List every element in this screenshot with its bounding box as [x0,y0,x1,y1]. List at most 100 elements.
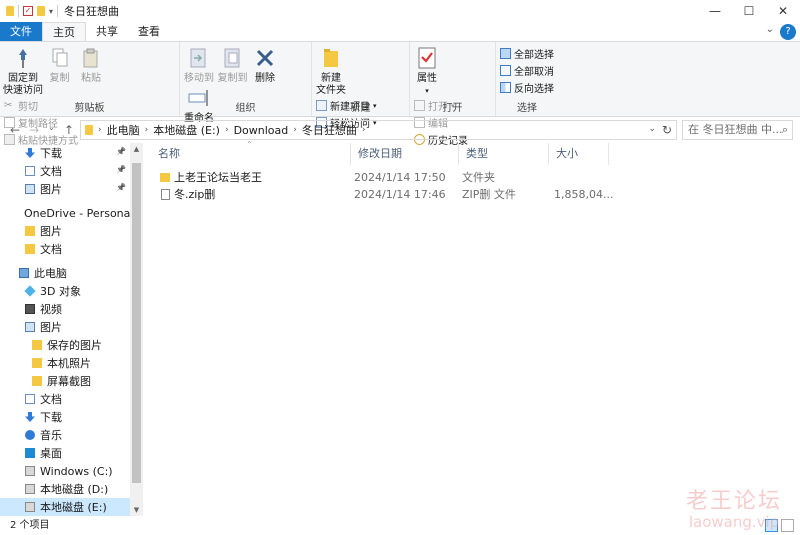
sidebar-item-label: 此电脑 [34,267,67,280]
sidebar-item[interactable]: 本机照片 [0,354,130,372]
folder-icon [160,173,170,182]
organize-group: 移动到 复制到 删除 重命名 组织 [180,42,312,124]
folder-icon [25,244,35,254]
sidebar-item[interactable]: 下载 [0,408,130,426]
address-bar[interactable]: › 此电脑 › 本地磁盘 (E:) › Download › 冬日狂想曲 › ⌄… [80,120,677,140]
tab-view[interactable]: 查看 [128,22,170,41]
table-row[interactable]: 上老王论坛当老王 2024/1/14 17:50 文件夹 [151,169,651,186]
pin-icon: 📌 [116,147,126,156]
sidebar-item[interactable]: 本地磁盘 (D:) [0,480,130,498]
maximize-button[interactable]: ☐ [732,0,766,22]
zip-file-icon [161,189,170,200]
folder-icon [6,6,14,16]
sidebar-item-label: 文档 [40,243,62,256]
refresh-icon[interactable]: ↻ [662,123,672,137]
sidebar-item[interactable]: 文档 📌 [0,162,130,180]
forward-arrow-icon[interactable]: → [29,123,39,137]
sidebar-item[interactable]: 桌面 [0,444,130,462]
scroll-down-icon[interactable]: ▼ [130,506,143,514]
chevron-right-icon[interactable]: › [98,125,102,135]
breadcrumb-this-pc[interactable]: 此电脑 [107,122,140,138]
properties-check-icon[interactable]: ✓ [23,6,33,16]
file-name: 上老王论坛当老王 [174,171,262,184]
sidebar-item-label: 图片 [40,225,62,238]
item-count: 2 个项目 [10,520,50,531]
chevron-right-icon[interactable]: › [362,125,366,135]
properties-icon [416,45,438,71]
delete-button[interactable]: 删除 [251,45,279,85]
sidebar-item[interactable]: 图片 [0,222,130,240]
open-group-label: 打开 [442,103,463,114]
large-icons-view-icon[interactable] [781,519,794,532]
sidebar-item[interactable]: Windows (C:) [0,462,130,480]
file-date: 2024/1/14 17:50 [354,171,446,184]
new-group: 新建 文件夹 新建项目 ▾ 轻松访问 ▾ 新建 [312,42,410,130]
chevron-down-icon[interactable]: ⌄ [766,24,774,35]
sidebar-item[interactable]: 文档 [0,390,130,408]
drive-icon [25,502,35,512]
breadcrumb-drive-e[interactable]: 本地磁盘 (E:) [153,122,220,138]
sidebar-item[interactable]: 屏幕截图 [0,372,130,390]
pin-quick-access-button[interactable]: 固定到 快速访问 [3,45,43,97]
move-to-button[interactable]: 移动到 [184,45,214,85]
help-icon[interactable]: ? [780,24,796,40]
tab-share[interactable]: 共享 [86,22,128,41]
minimize-button[interactable]: — [698,0,732,22]
back-arrow-icon[interactable]: ← [10,123,20,137]
select-none-button[interactable]: 全部取消 [500,63,554,78]
chevron-right-icon[interactable]: › [225,125,229,135]
status-bar: 2 个项目 [0,516,800,535]
select-all-button[interactable]: 全部选择 [500,46,554,61]
sidebar-item[interactable]: 音乐 [0,426,130,444]
scrollbar-thumb[interactable] [132,163,141,483]
nav-scrollbar[interactable]: ▲ ▼ [130,143,143,516]
sidebar-item[interactable]: 视频 [0,300,130,318]
copy-button[interactable]: 复制 [46,45,74,85]
sidebar-item[interactable]: 图片 📌 [0,180,130,198]
chevron-right-icon[interactable]: › [293,125,297,135]
new-folder-icon[interactable] [37,6,45,16]
sidebar-item[interactable]: 下载 📌 [0,144,130,162]
folder-icon [25,226,35,236]
breadcrumb-download[interactable]: Download [234,124,289,137]
table-row[interactable]: 冬.zip删 2024/1/14 17:46 ZIP删 文件 1,858,04... [151,186,651,203]
customize-chevron-icon[interactable]: ▾ [49,7,53,16]
tab-home[interactable]: 主页 [42,22,86,41]
scroll-up-icon[interactable]: ▲ [130,145,143,153]
sidebar-item-label: OneDrive - Personal [24,206,134,220]
search-input[interactable]: 在 冬日狂想曲 中... ⌕ [682,120,793,140]
sidebar-item[interactable]: 本地磁盘 (E:) [0,498,130,516]
column-header-type[interactable]: 类型 [459,143,549,165]
chevron-right-icon[interactable]: › [145,125,149,135]
file-size: 1,858,04... [554,188,614,201]
invert-selection-icon [500,82,511,93]
column-header-name[interactable]: 名称 [151,143,351,165]
invert-selection-button[interactable]: 反向选择 [500,80,554,95]
new-folder-button[interactable]: 新建 文件夹 [316,45,346,97]
sidebar-item[interactable]: OneDrive - Personal [0,204,134,222]
tab-file[interactable]: 文件 [0,22,42,41]
desktop-icon [25,448,35,458]
address-row: ← → ⌄ ↑ › 此电脑 › 本地磁盘 (E:) › Download › 冬… [0,117,800,143]
copy-to-button[interactable]: 复制到 [218,45,248,85]
picture-icon [25,184,35,194]
sidebar-item[interactable]: 文档 [0,240,130,258]
sidebar-item[interactable]: 此电脑 [0,264,130,282]
breadcrumb-current-folder[interactable]: 冬日狂想曲 [302,122,357,138]
organize-group-label: 组织 [235,103,256,114]
recent-chevron-icon[interactable]: ⌄ [48,123,55,137]
sidebar-item[interactable]: 图片 [0,318,130,336]
paste-button[interactable]: 粘贴 [77,45,105,85]
properties-button[interactable]: 属性 ▾ [414,45,440,97]
video-icon [25,304,35,314]
sidebar-item[interactable]: 3D 对象 [0,282,130,300]
close-button[interactable]: ✕ [766,0,800,22]
column-header-date[interactable]: 修改日期 [351,143,459,165]
sidebar-item[interactable]: 保存的图片 [0,336,130,354]
sidebar-item-label: 本机照片 [47,357,91,370]
select-all-icon [500,48,511,59]
select-none-icon [500,65,511,76]
up-arrow-icon[interactable]: ↑ [64,123,74,137]
column-header-size[interactable]: 大小 [549,143,609,165]
chevron-down-icon[interactable]: ⌄ [648,124,656,134]
